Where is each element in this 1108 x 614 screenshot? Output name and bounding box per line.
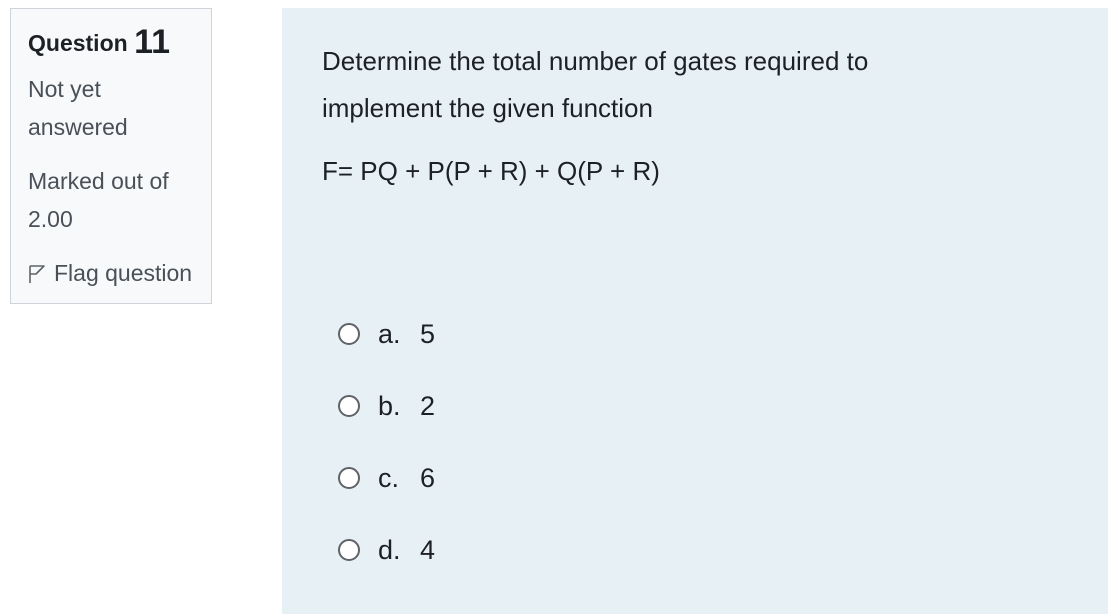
- question-content-panel: Determine the total number of gates requ…: [282, 8, 1108, 614]
- radio-unchecked-icon[interactable]: [338, 395, 360, 417]
- answer-option-a[interactable]: a. 5: [338, 316, 1068, 352]
- radio-unchecked-icon[interactable]: [338, 539, 360, 561]
- radio-unchecked-icon[interactable]: [338, 323, 360, 345]
- answer-option-c[interactable]: c. 6: [338, 460, 1068, 496]
- answer-options: a. 5 b. 2 c. 6 d. 4: [338, 316, 1068, 568]
- answer-value: 5: [420, 318, 436, 349]
- question-number-heading: Question 11: [28, 25, 201, 60]
- flag-outline-icon: [29, 265, 45, 283]
- question-formula: F= PQ + P(P + R) + Q(P + R): [322, 156, 660, 186]
- answer-label: d.: [378, 534, 401, 565]
- answer-value: 4: [420, 534, 436, 565]
- radio-unchecked-icon[interactable]: [338, 467, 360, 489]
- flag-question-link[interactable]: Flag question: [28, 254, 201, 292]
- answer-option-b[interactable]: b. 2: [338, 388, 1068, 424]
- flag-question-label: Flag question: [54, 260, 193, 286]
- answer-value: 6: [420, 462, 436, 493]
- answer-label: c.: [378, 462, 400, 493]
- question-state: Not yet answered: [28, 76, 128, 140]
- answer-label: a.: [378, 318, 401, 349]
- question-info-panel: Question 11 Not yet answered Marked out …: [10, 8, 212, 304]
- answer-label: b.: [378, 390, 401, 421]
- question-text: Determine the total number of gates requ…: [322, 46, 869, 123]
- answer-value: 2: [420, 390, 436, 421]
- question-grade: Marked out of 2.00: [28, 168, 169, 232]
- question-number: 11: [134, 23, 171, 61]
- answer-option-d[interactable]: d. 4: [338, 532, 1068, 568]
- question-word: Question: [28, 30, 128, 56]
